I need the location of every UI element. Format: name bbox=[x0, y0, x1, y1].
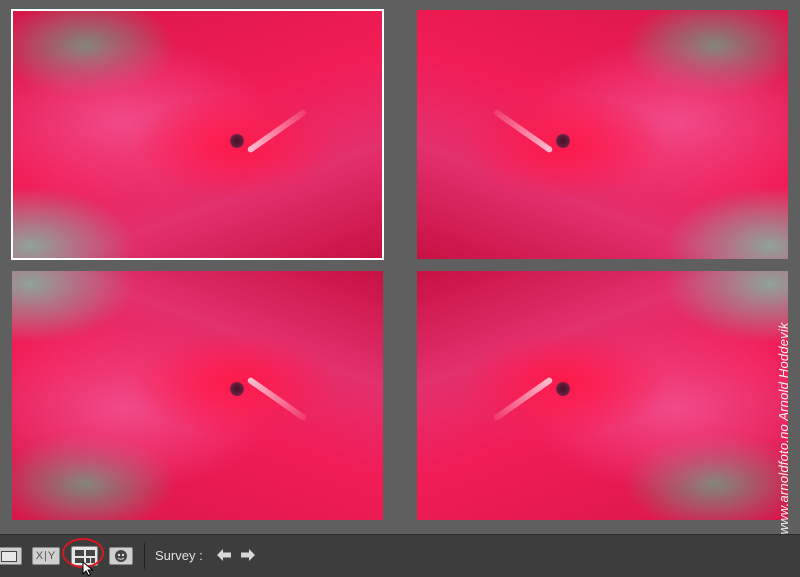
flower-stamen bbox=[556, 382, 570, 396]
loupe-view-icon[interactable] bbox=[0, 547, 22, 565]
survey-grid bbox=[0, 0, 800, 532]
flower-filament bbox=[246, 108, 308, 154]
flower-filament bbox=[246, 376, 308, 422]
flower-stamen bbox=[230, 134, 244, 148]
flower-filament bbox=[492, 108, 554, 154]
people-view-icon[interactable] bbox=[109, 547, 133, 565]
mouse-cursor-icon bbox=[82, 561, 94, 576]
flower-filament bbox=[492, 376, 554, 422]
arrow-left-icon[interactable] bbox=[216, 547, 232, 563]
photo-1[interactable] bbox=[11, 9, 384, 260]
toolbar: X|Y Survey : bbox=[0, 534, 800, 577]
survey-label: Survey : bbox=[155, 548, 203, 563]
photo-4[interactable] bbox=[417, 271, 788, 520]
copyright-watermark: © www.arnoldfoto.no Arnold Hoddevik bbox=[776, 322, 791, 548]
flower-stamen bbox=[230, 382, 244, 396]
arrow-right-icon[interactable] bbox=[240, 547, 256, 563]
flower-stamen bbox=[556, 134, 570, 148]
compare-view-icon[interactable]: X|Y bbox=[32, 547, 60, 565]
photo-3[interactable] bbox=[12, 271, 383, 520]
toolbar-divider bbox=[144, 543, 145, 569]
photo-2[interactable] bbox=[417, 10, 788, 259]
